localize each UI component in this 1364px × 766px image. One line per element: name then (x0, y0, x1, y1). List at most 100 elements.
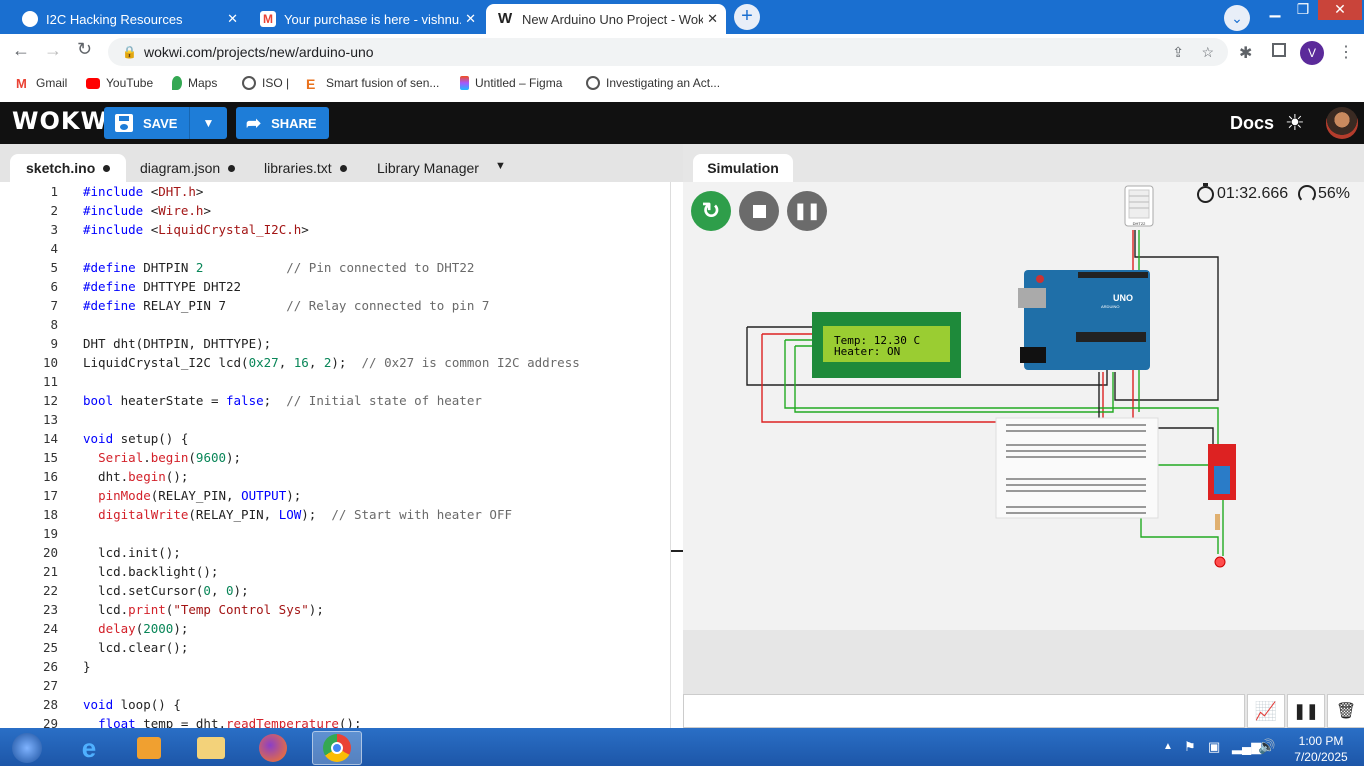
close-icon[interactable]: ✕ (465, 11, 476, 27)
taskbar-file-explorer[interactable] (186, 731, 236, 765)
new-tab-button[interactable]: + (734, 4, 760, 30)
start-button[interactable] (2, 731, 52, 765)
save-button[interactable]: SAVE ▼ (104, 107, 227, 139)
volume-icon[interactable]: 🔊 (1258, 738, 1275, 755)
code-line[interactable]: 24 delay(2000); (0, 619, 670, 638)
device-icon[interactable]: ▣ (1208, 739, 1220, 755)
side-panel-icon[interactable] (1272, 43, 1286, 57)
code-line[interactable]: 4 (0, 239, 670, 258)
serial-monitor-input[interactable] (683, 694, 1245, 728)
extensions-icon[interactable]: ✱ (1239, 43, 1252, 63)
browser-tab-wokwi[interactable]: W New Arduino Uno Project - Wokwi ✕ (486, 4, 726, 34)
bookmark-iso[interactable]: ISO | (242, 76, 289, 90)
code-line[interactable]: 18 digitalWrite(RELAY_PIN, LOW); // Star… (0, 505, 670, 524)
code-line[interactable]: 15 Serial.begin(9600); (0, 448, 670, 467)
bookmark-maps[interactable]: Maps (172, 76, 217, 90)
url-input[interactable]: 🔒 wokwi.com/projects/new/arduino-uno ⇪ ☆ (108, 38, 1228, 66)
bookmark-star-icon[interactable]: ☆ (1201, 44, 1214, 61)
avatar[interactable]: V (1300, 41, 1324, 65)
code-line[interactable]: 9 DHT dht(DHTPIN, DHTTYPE); (0, 334, 670, 353)
clear-serial-button[interactable]: 🗑 (1327, 694, 1364, 728)
user-avatar[interactable] (1326, 107, 1358, 139)
figma-icon (460, 76, 469, 90)
code-text: #include <LiquidCrystal_I2C.h> (83, 222, 309, 237)
line-number: 11 (42, 374, 58, 389)
browser-tab-gmail[interactable]: M Your purchase is here - vishnu.ps ✕ (248, 4, 484, 34)
docs-link[interactable]: Docs (1230, 113, 1274, 134)
code-line[interactable]: 21 lcd.backlight(); (0, 562, 670, 581)
code-line[interactable]: 25 lcd.clear(); (0, 638, 670, 657)
forward-icon[interactable]: → (44, 40, 62, 61)
tray-arrow-icon[interactable]: ▲ (1163, 741, 1173, 752)
bookmark-figma[interactable]: Untitled – Figma (460, 76, 562, 90)
code-line[interactable]: 7 #define RELAY_PIN 7 // Relay connected … (0, 296, 670, 315)
globe-icon (242, 76, 256, 90)
code-line[interactable]: 6 #define DHTTYPE DHT22 (0, 277, 670, 296)
tab-library-manager[interactable]: Library Manager (361, 154, 495, 182)
code-line[interactable]: 26} (0, 657, 670, 676)
code-line[interactable]: 27 (0, 676, 670, 695)
editor-splitter[interactable] (670, 182, 684, 728)
bookmark-investigating[interactable]: Investigating an Act... (586, 76, 720, 90)
code-line[interactable]: 17 pinMode(RELAY_PIN, OUTPUT); (0, 486, 670, 505)
menu-icon[interactable]: ⋮ (1338, 42, 1354, 62)
code-line[interactable]: 5 #define DHTPIN 2 // Pin connected to DH… (0, 258, 670, 277)
taskbar-firefox[interactable] (248, 731, 298, 765)
code-text: digitalWrite(RELAY_PIN, LOW); // Start w… (98, 507, 512, 522)
code-line[interactable]: 8 (0, 315, 670, 334)
close-icon[interactable]: ✕ (707, 11, 718, 27)
wokwi-logo[interactable]: WOKWi (12, 107, 117, 135)
plotter-button[interactable]: 📈 (1247, 694, 1285, 728)
code-line[interactable]: 23 lcd.print("Temp Control Sys"); (0, 600, 670, 619)
tab-libraries-txt[interactable]: libraries.txt (248, 154, 363, 182)
code-line[interactable]: 12 bool heaterState = false; // Initial s… (0, 391, 670, 410)
code-line[interactable]: 11 (0, 372, 670, 391)
tab-sketch-ino[interactable]: sketch.ino (10, 154, 127, 182)
tab-simulation[interactable]: Simulation (693, 154, 793, 182)
bookmark-youtube[interactable]: YouTube (86, 76, 153, 90)
code-line[interactable]: 29 float temp = dht.readTemperature(); (0, 714, 670, 728)
bookmark-smart-fusion[interactable]: E Smart fusion of sen... (306, 76, 439, 92)
serial-pause-button[interactable]: ❚❚ (1287, 694, 1325, 728)
code-line[interactable]: 13 (0, 410, 670, 429)
code-line[interactable]: 14 void setup() { (0, 429, 670, 448)
taskbar-clock[interactable]: 1:00 PM 7/20/2025 (1286, 733, 1356, 765)
code-text: Serial.begin(9600); (98, 450, 242, 465)
tab-diagram-json[interactable]: diagram.json (124, 154, 251, 182)
taskbar-chrome[interactable] (312, 731, 362, 765)
code-line[interactable]: 3 #include <LiquidCrystal_I2C.h> (0, 220, 670, 239)
reload-icon[interactable]: ↻ (77, 39, 92, 60)
code-line[interactable]: 22 lcd.setCursor(0, 0); (0, 581, 670, 600)
network-signal-icon[interactable]: ▂▄▆ (1232, 739, 1261, 755)
breadboard (995, 417, 1159, 519)
code-line[interactable]: 10 LiquidCrystal_I2C lcd(0x27, 16, 2); //… (0, 353, 670, 372)
close-icon[interactable]: ✕ (227, 11, 238, 27)
line-number: 23 (42, 602, 58, 617)
minimize-button[interactable]: ▁ (1262, 0, 1288, 20)
chrome-icon (323, 734, 351, 762)
code-editor[interactable]: 1 #include <DHT.h> 2 #include <Wire.h> 3 #inc… (0, 182, 670, 728)
simulation-canvas[interactable]: ↻ ❚❚ 01:32.666 56% DHT22 Temp: 12.30 C H… (683, 182, 1364, 630)
bookmark-gmail[interactable]: M Gmail (16, 76, 67, 91)
code-line[interactable]: 19 (0, 524, 670, 543)
code-line[interactable]: 20 lcd.init(); (0, 543, 670, 562)
window-close-button[interactable]: ✕ (1318, 0, 1362, 20)
code-line[interactable]: 1 #include <DHT.h> (0, 182, 670, 201)
browser-tab-i2c[interactable]: I2C Hacking Resources ✕ (10, 4, 246, 34)
share-page-icon[interactable]: ⇪ (1172, 44, 1184, 61)
taskbar-media-player[interactable] (124, 731, 174, 765)
taskbar-internet-explorer[interactable]: e (64, 731, 114, 765)
theme-sun-icon[interactable]: ☀ (1285, 110, 1305, 136)
tab-search-button[interactable]: ⌄ (1224, 5, 1250, 31)
line-number: 14 (42, 431, 58, 446)
save-dropdown-chevron-icon[interactable]: ▼ (189, 107, 227, 139)
editor-tabs-dropdown-icon[interactable]: ▼ (495, 160, 506, 172)
back-icon[interactable]: ← (12, 40, 30, 61)
code-line[interactable]: 16 dht.begin(); (0, 467, 670, 486)
code-line[interactable]: 28 void loop() { (0, 695, 670, 714)
share-button[interactable]: ➦ SHARE (236, 107, 329, 139)
code-line[interactable]: 2 #include <Wire.h> (0, 201, 670, 220)
maximize-button[interactable]: ❐ (1290, 0, 1316, 20)
wokwi-header: WOKWi SAVE ▼ ➦ SHARE Docs ☀ (0, 102, 1364, 144)
flag-icon[interactable]: ⚑ (1184, 739, 1196, 755)
